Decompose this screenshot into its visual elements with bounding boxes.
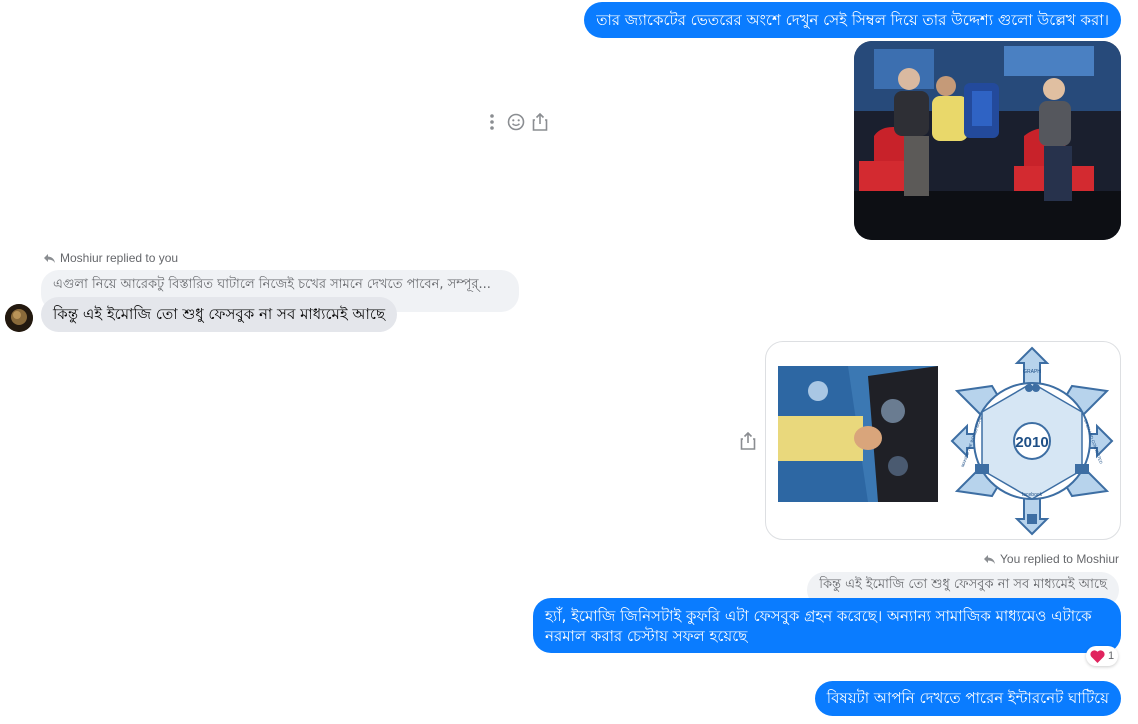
reply-arrow-icon [44, 253, 55, 263]
share-icon[interactable] [530, 112, 550, 132]
share-icon[interactable] [738, 431, 758, 451]
incoming-message[interactable]: কিন্তু এই ইমোজি তো শুধু ফেসবুক না সব মাধ… [41, 297, 398, 332]
heart-icon [1090, 649, 1105, 663]
diagram-top-label: GRAPH [1023, 369, 1041, 375]
more-icon[interactable] [482, 112, 502, 132]
image-card[interactable]: 2010 GRAPH MAKING THE WORLD MORE OPEN AN… [765, 341, 1121, 540]
outgoing-message[interactable]: হ্যাঁ, ইমোজি জিনিসটাই কুফরি এটা ফেসবুক গ… [533, 598, 1121, 653]
jacket-photo [778, 366, 938, 502]
facebook-2010-diagram: 2010 GRAPH MAKING THE WORLD MORE OPEN AN… [947, 346, 1117, 536]
message-text: তার জ্যাকেটের ভেতরের অংশে দেখুন সেই সিম্… [596, 11, 1109, 29]
reply-arrow-icon [984, 554, 996, 564]
quoted-text: কিন্তু এই ইমোজি তো শুধু ফেসবুক না সব মাধ… [819, 577, 1107, 592]
message-text: হ্যাঁ, ইমোজি জিনিসটাই কুফরি এটা ফেসবুক গ… [545, 607, 1092, 645]
emoji-icon[interactable] [506, 112, 526, 132]
diagram-center-label: 2010 [1015, 434, 1048, 451]
diagram-bottom-label: facebook [1022, 492, 1043, 498]
reply-label-text: You replied to Moshiur [1000, 552, 1119, 566]
reaction-badge[interactable]: 1 [1086, 646, 1119, 666]
avatar[interactable] [5, 304, 33, 332]
reaction-count: 1 [1108, 650, 1115, 662]
stage-photo[interactable] [854, 41, 1121, 240]
reply-label-outgoing: You replied to Moshiur [984, 552, 1119, 566]
reply-label-incoming: Moshiur replied to you [44, 251, 178, 265]
outgoing-message[interactable]: বিষয়টা আপনি দেখতে পারেন ইন্টারনেট ঘাটিয… [814, 681, 1121, 716]
message-text: কিন্তু এই ইমোজি তো শুধু ফেসবুক না সব মাধ… [53, 305, 386, 323]
quoted-text: এগুলা নিয়ে আরেকটু বিস্তারিত ঘাটালে নিজে… [53, 277, 491, 292]
reply-label-text: Moshiur replied to you [60, 251, 179, 265]
outgoing-message[interactable]: তার জ্যাকেটের ভেতরের অংশে দেখুন সেই সিম্… [584, 2, 1121, 38]
message-text: বিষয়টা আপনি দেখতে পারেন ইন্টারনেট ঘাটিয… [826, 689, 1109, 707]
